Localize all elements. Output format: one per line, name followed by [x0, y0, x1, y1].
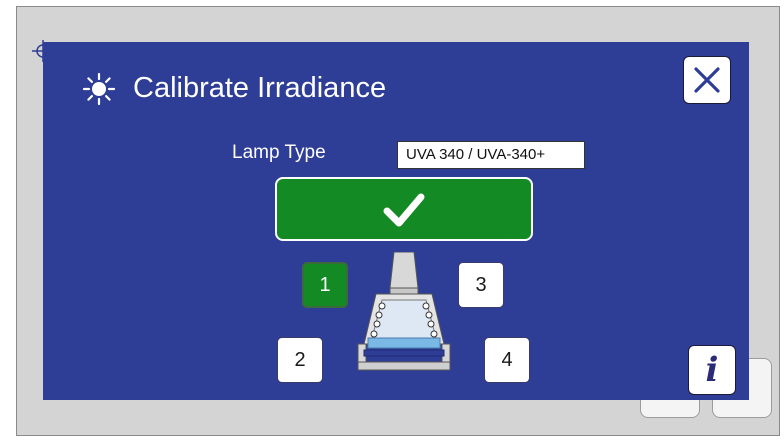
- position-4-button[interactable]: 4: [484, 337, 530, 383]
- position-1-button[interactable]: 1: [302, 262, 348, 308]
- close-button[interactable]: [683, 56, 731, 104]
- position-3-button[interactable]: 3: [458, 262, 504, 308]
- sun-icon: [82, 72, 116, 106]
- dialog-title: Calibrate Irradiance: [133, 72, 387, 104]
- close-icon: [694, 67, 720, 93]
- position-2-button[interactable]: 2: [277, 337, 323, 383]
- checkmark-icon: [383, 193, 425, 227]
- confirm-button[interactable]: [275, 177, 533, 241]
- chamber-diagram: [357, 252, 451, 371]
- lamp-type-label: Lamp Type: [232, 142, 326, 163]
- lamp-type-field[interactable]: UVA 340 / UVA-340+: [397, 141, 585, 169]
- info-button[interactable]: i: [688, 345, 736, 395]
